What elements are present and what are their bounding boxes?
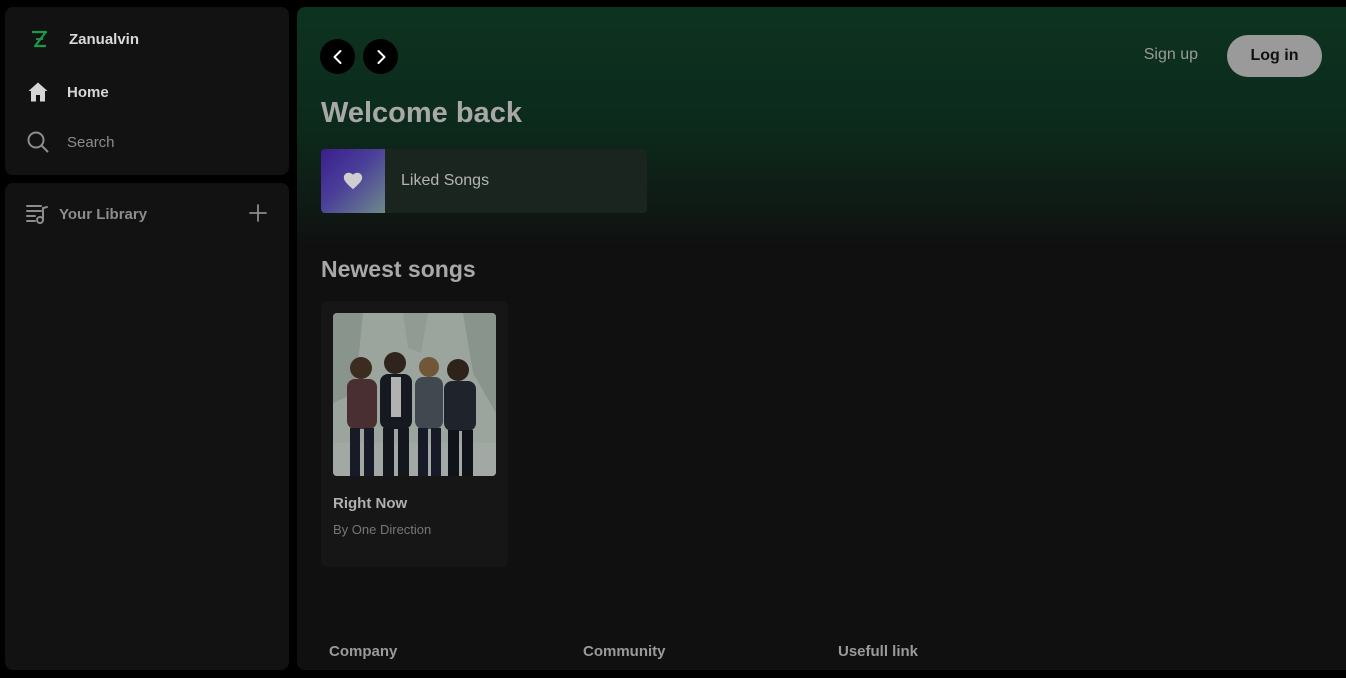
login-button[interactable]: Log in — [1227, 35, 1322, 77]
chevron-left-icon — [333, 49, 341, 64]
sidebar-item-home[interactable]: Home — [26, 80, 109, 104]
plus-icon[interactable] — [247, 202, 269, 224]
page-title: Welcome back — [321, 97, 522, 129]
library-button[interactable]: Your Library — [25, 202, 147, 226]
home-icon — [28, 82, 48, 102]
back-button[interactable] — [320, 39, 355, 74]
liked-songs-card[interactable]: Liked Songs — [321, 149, 647, 213]
sidebar-item-label: Search — [67, 133, 115, 151]
section-title: Newest songs — [321, 256, 476, 282]
song-artist: By One Direction — [333, 522, 432, 537]
sidebar-nav-panel: Zanualvin Home Search — [5, 7, 289, 175]
forward-button[interactable] — [363, 39, 398, 74]
search-icon — [27, 131, 49, 153]
app-root: Zanualvin Home Search Your Library Sign … — [0, 0, 1346, 678]
song-title: Right Now — [333, 495, 408, 512]
library-label: Your Library — [59, 205, 148, 223]
heart-icon — [343, 172, 363, 190]
brand-name: Zanualvin — [69, 30, 140, 48]
main-content: Sign up Log in Welcome back Liked Songs … — [297, 7, 1346, 670]
library-icon — [26, 205, 48, 224]
library-panel: Your Library — [5, 183, 289, 670]
liked-songs-label: Liked Songs — [401, 172, 490, 189]
sidebar-item-label: Home — [67, 83, 109, 101]
footer-community: Community — [583, 643, 666, 660]
song-cover-image — [333, 313, 496, 476]
chevron-right-icon — [377, 49, 385, 64]
song-card[interactable]: Right Now By One Direction — [321, 301, 508, 567]
signup-button[interactable]: Sign up — [1144, 46, 1198, 64]
sidebar-item-search[interactable]: Search — [26, 130, 115, 154]
liked-songs-thumb — [321, 149, 385, 213]
logo-icon — [32, 30, 48, 48]
footer-useful-link: Usefull link — [838, 643, 919, 660]
brand[interactable]: Zanualvin — [29, 29, 139, 49]
footer-company: Company — [329, 643, 398, 660]
